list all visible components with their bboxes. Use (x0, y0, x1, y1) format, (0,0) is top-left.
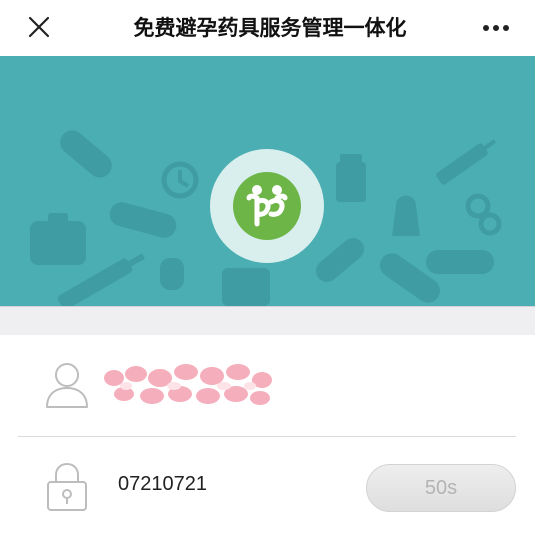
syringe-icon-2 (436, 139, 496, 185)
header-banner (0, 56, 535, 306)
app-logo (210, 149, 324, 263)
verification-code-row[interactable]: 07210721 50s (0, 437, 535, 537)
capsule-icon-2 (426, 250, 494, 274)
app-logo-icon (233, 172, 301, 240)
close-icon[interactable] (24, 14, 54, 42)
verification-code-input[interactable]: 07210721 (118, 473, 207, 496)
user-icon (44, 360, 90, 410)
more-dots-icon[interactable] (481, 16, 511, 40)
first-aid-kit-icon (30, 213, 86, 265)
top-nav-bar: 免费避孕药具服务管理一体化 (0, 0, 535, 56)
medicine-bottle-icon (336, 154, 366, 202)
username-row[interactable] (0, 334, 535, 434)
capsule-icon (109, 202, 177, 238)
page-title: 免费避孕药具服务管理一体化 (133, 16, 407, 40)
small-capsule-icon (160, 258, 184, 290)
bandage-icon-2 (315, 238, 365, 282)
resend-code-button[interactable]: 50s (366, 464, 516, 512)
masked-username (100, 356, 275, 412)
bandage-icon (60, 130, 112, 178)
section-separator (0, 306, 535, 335)
medicine-bottle-icon-2 (222, 268, 270, 306)
clamp-icon (465, 193, 502, 236)
clock-icon (161, 161, 199, 199)
teat-icon (392, 195, 420, 236)
lock-icon (44, 462, 90, 512)
